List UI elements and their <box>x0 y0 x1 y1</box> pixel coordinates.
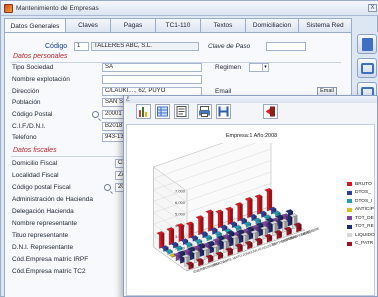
legend-label: DTOS_ <box>355 190 371 196</box>
window-title: Mantenimiento de Empresas <box>16 4 99 12</box>
regimen-select[interactable]: ▾ <box>249 63 269 72</box>
search-icon[interactable] <box>104 184 111 191</box>
z-tick-label: 7.000 <box>175 189 186 194</box>
chart-bar-side <box>269 188 273 210</box>
legend-label: LIQUIDO <box>355 232 375 238</box>
save-button[interactable] <box>357 34 377 54</box>
printer-icon[interactable] <box>197 104 212 119</box>
codigo-postal-label: Código Postal <box>12 111 53 118</box>
tab-datos-generales[interactable]: Datos Generales <box>4 18 66 33</box>
legend-swatch <box>347 233 352 238</box>
legend-swatch <box>347 182 352 187</box>
legend-label: C_PATR <box>355 241 374 247</box>
delegacion-hacienda-label: Delegación Hacienda <box>12 208 74 215</box>
codigo-label: Código <box>45 43 68 50</box>
title-bar: Mantenimiento de Empresas X <box>1 1 378 16</box>
datos-fiscales-heading: Datos fiscales <box>13 147 57 154</box>
datos-personales-heading: Datos personales <box>13 53 68 60</box>
legend-swatch <box>347 241 352 246</box>
legend-label: BRUTO <box>355 181 372 187</box>
category-label: DICIEMBRE <box>301 226 321 236</box>
legend-item: TOT_DE <box>347 214 375 223</box>
clave-paso-label: Clave de Paso <box>208 43 251 50</box>
chart-legend: BRUTO DTOS_ DTOS_I ANTICIP TOT_DE TOT_RE LIQUI… <box>347 180 375 248</box>
book-icon <box>362 38 373 51</box>
tab-tc1-110[interactable]: TC1-110 <box>155 18 201 32</box>
exit-door-icon[interactable] <box>263 104 278 119</box>
chart-bar-side <box>210 209 214 231</box>
legend-item: TOT_RE <box>347 223 375 232</box>
section-divider <box>11 156 126 157</box>
localidad-fiscal-label: Localidad Fiscal <box>12 172 59 179</box>
nombre-representante-label: Nombre representante <box>12 220 78 227</box>
cod-empresa-irpf-label: Cód.Empresa matríc IRPF <box>12 256 89 263</box>
legend-label: ANTICIP <box>355 207 374 213</box>
chart-bar-side <box>259 194 263 214</box>
grid-table-icon[interactable] <box>155 104 170 119</box>
legend-item: ANTICIP <box>347 206 375 215</box>
tipo-sociedad-label: Tipo Sociedad <box>12 64 54 71</box>
close-button[interactable]: X <box>368 4 377 12</box>
chart-window: ℰ Empresa:1 Año:2008 7.0006.0005.0004.00… <box>123 95 378 297</box>
legend-swatch <box>347 199 352 204</box>
cod-empresa-tc2-label: Cód.Empresa matríc TC2 <box>12 268 86 275</box>
chart-bar-side <box>249 197 253 217</box>
nombre-explotacion-label: Nombre explotación <box>12 76 70 83</box>
legend-swatch <box>347 190 352 195</box>
chart-title-bar: ℰ <box>124 96 377 103</box>
floppy-disk-icon[interactable] <box>216 104 231 119</box>
domicilio-fiscal-label: Domicilio Fiscal <box>12 160 58 167</box>
administracion-hacienda-label: Administración de Hacienda <box>12 196 93 203</box>
legend-swatch <box>347 224 352 229</box>
print-button[interactable] <box>357 58 377 78</box>
legend-label: TOT_RE <box>355 224 374 230</box>
legend-label: TOT_DE <box>355 215 374 221</box>
titulo-representante-label: Tituo representante <box>12 232 69 239</box>
dni-representante-label: D.N.I. Representante <box>12 244 74 251</box>
search-icon[interactable] <box>92 111 99 118</box>
z-tick-label: 6.000 <box>175 200 186 205</box>
legend-item: DTOS_I <box>347 197 375 206</box>
chevron-down-icon: ▾ <box>262 64 268 71</box>
legend-item: LIQUIDO <box>347 231 375 240</box>
cp-fiscal-label: Código postal Fiscal <box>12 184 71 191</box>
legend-item: C_PATR <box>347 240 375 249</box>
regimen-label: Regimen <box>215 64 242 71</box>
poblacion-label: Población <box>12 99 41 106</box>
tab-domiciliacion[interactable]: Domiciliacion <box>245 18 299 32</box>
direccion-label: Dirección <box>12 88 40 95</box>
bar-chart-icon[interactable] <box>136 104 151 119</box>
chart-window-icon: ℰ <box>126 97 130 103</box>
telefono-label: Telefono <box>12 134 37 141</box>
legend-item: DTOS_ <box>347 189 375 198</box>
clave-paso-field[interactable] <box>266 42 306 51</box>
z-tick-label: 5.000 <box>175 211 186 216</box>
company-name-field[interactable]: TALLERES ABC, S.L. <box>91 42 199 51</box>
legend-swatch <box>347 207 352 212</box>
chart-bar-side <box>200 215 204 234</box>
bar-chart-3d: 7.0006.0005.0004.0003.0002.0001.000ENERO… <box>152 143 321 274</box>
tab-bar: Datos Generales Claves Pagas TC1-110 Tex… <box>4 18 352 33</box>
legend-swatch <box>347 216 352 221</box>
cif-label: C.I.F./D.N.I. <box>12 123 46 130</box>
chart-area: Empresa:1 Año:2008 7.0006.0005.0004.0003… <box>126 124 375 296</box>
notes-icon[interactable] <box>174 104 189 119</box>
tab-textos[interactable]: Textos <box>200 18 246 32</box>
email-label: Email <box>215 88 232 95</box>
codigo-field[interactable]: 1 <box>74 42 89 51</box>
legend-item: BRUTO <box>347 180 375 189</box>
tab-claves[interactable]: Claves <box>65 18 111 32</box>
nombre-explotacion-field[interactable] <box>102 75 202 84</box>
tab-sistema-red[interactable]: Sistema Red <box>298 18 352 32</box>
window-icon <box>361 63 374 74</box>
tipo-sociedad-field[interactable]: SA <box>102 63 202 72</box>
tab-pagas[interactable]: Pagas <box>110 18 156 32</box>
app-icon <box>4 3 13 13</box>
legend-label: DTOS_I <box>355 198 373 204</box>
chart-title: Empresa:1 Año:2008 <box>225 133 278 139</box>
